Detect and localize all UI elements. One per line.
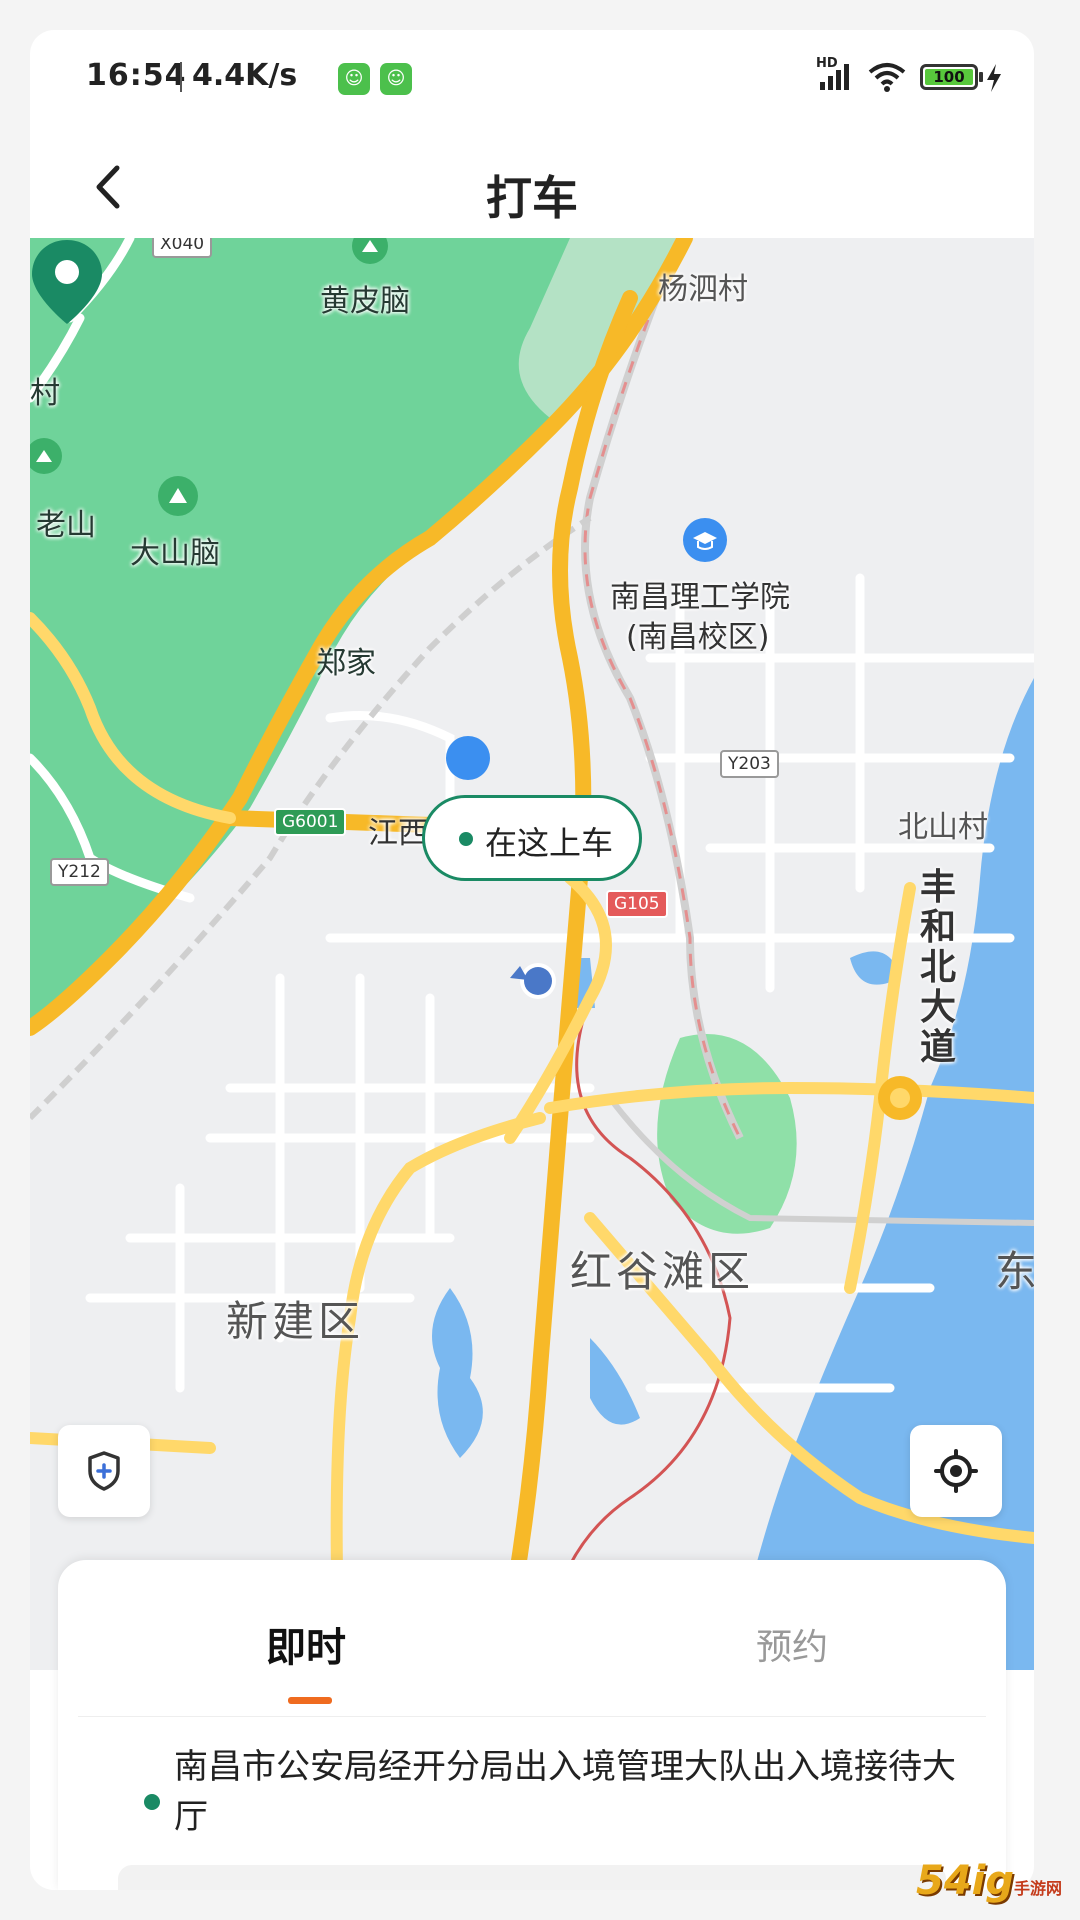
ride-panel: 即时 预约 南昌市公安局经开分局出入境管理大队出入境接待大厅 xyxy=(58,1560,1006,1890)
status-separator xyxy=(180,62,182,92)
map-label: 杨泗村 xyxy=(658,272,748,307)
road-badge: G105 xyxy=(606,890,668,918)
signal-icon xyxy=(820,64,849,90)
map-label: 南昌理工学院 xyxy=(610,580,790,615)
tab-instant[interactable]: 即时 xyxy=(266,1615,346,1673)
watermark-suffix: 手游网 xyxy=(1014,1879,1063,1898)
district-label: 新建区 xyxy=(226,1297,365,1346)
watermark-logo: 54ig手游网 xyxy=(916,1858,1062,1904)
road-badge: Y212 xyxy=(50,858,109,886)
district-label: 东 xyxy=(995,1247,1034,1296)
app-notification-icon: ☺ xyxy=(338,63,370,95)
crosshair-icon xyxy=(934,1449,978,1493)
phone-screen: 16:54 4.4K/s ☺ ☺ HD 100 打车 黄皮脑 杨泗村 村 老山 … xyxy=(30,30,1034,1890)
destination-field[interactable] xyxy=(118,1865,946,1890)
map-label: 黄皮脑 xyxy=(320,284,410,319)
map-label: (南昌校区) xyxy=(626,620,770,655)
pickup-address[interactable]: 南昌市公安局经开分局出入境管理大队出入境接待大厅 xyxy=(174,1742,984,1842)
network-speed: 4.4K/s xyxy=(192,58,298,93)
road-badge: X040 xyxy=(152,238,213,258)
pickup-bubble[interactable]: 在这上车 xyxy=(422,795,642,881)
status-bar: 16:54 4.4K/s ☺ ☺ HD 100 xyxy=(30,30,1034,140)
app-notification-icon: ☺ xyxy=(380,63,412,95)
district-label: 红谷滩区 xyxy=(570,1247,755,1296)
divider xyxy=(78,1716,986,1717)
map-label: 江西 xyxy=(368,816,428,851)
shield-plus-icon xyxy=(88,1451,120,1491)
poi-marker xyxy=(158,476,198,516)
map-pin-icon[interactable] xyxy=(30,238,104,328)
map-canvas[interactable] xyxy=(30,238,1034,1670)
nav-bar: 打车 xyxy=(30,140,1034,238)
safety-button[interactable] xyxy=(58,1425,150,1517)
map-label: 北山村 xyxy=(898,810,988,845)
pickup-dot xyxy=(459,832,473,846)
tab-reserve[interactable]: 预约 xyxy=(756,1618,828,1670)
map-label: 大山脑 xyxy=(130,536,220,571)
pickup-label: 在这上车 xyxy=(485,824,614,862)
map-view[interactable]: 黄皮脑 杨泗村 村 老山 大山脑 南昌理工学院 (南昌校区) 郑家 江西 北山村… xyxy=(30,238,1034,1670)
map-label: 郑家 xyxy=(316,646,376,681)
road-badge: G6001 xyxy=(274,808,347,836)
pickup-location-dot xyxy=(144,1794,160,1810)
map-label: 丰和北大道 xyxy=(920,867,957,1068)
road-badge: Y203 xyxy=(720,750,779,778)
map-label: 村 xyxy=(30,376,60,411)
locate-button[interactable] xyxy=(910,1425,1002,1517)
school-marker xyxy=(683,518,727,562)
page-title: 打车 xyxy=(486,171,578,225)
battery-level: 100 xyxy=(925,69,973,86)
wifi-icon xyxy=(868,63,906,92)
charging-icon xyxy=(987,64,1001,92)
active-tab-indicator xyxy=(288,1697,332,1704)
poi-marker xyxy=(446,736,490,780)
map-label: 老山 xyxy=(36,508,96,543)
watermark-brand: 54ig xyxy=(916,1858,1015,1904)
status-time: 16:54 xyxy=(86,58,187,93)
